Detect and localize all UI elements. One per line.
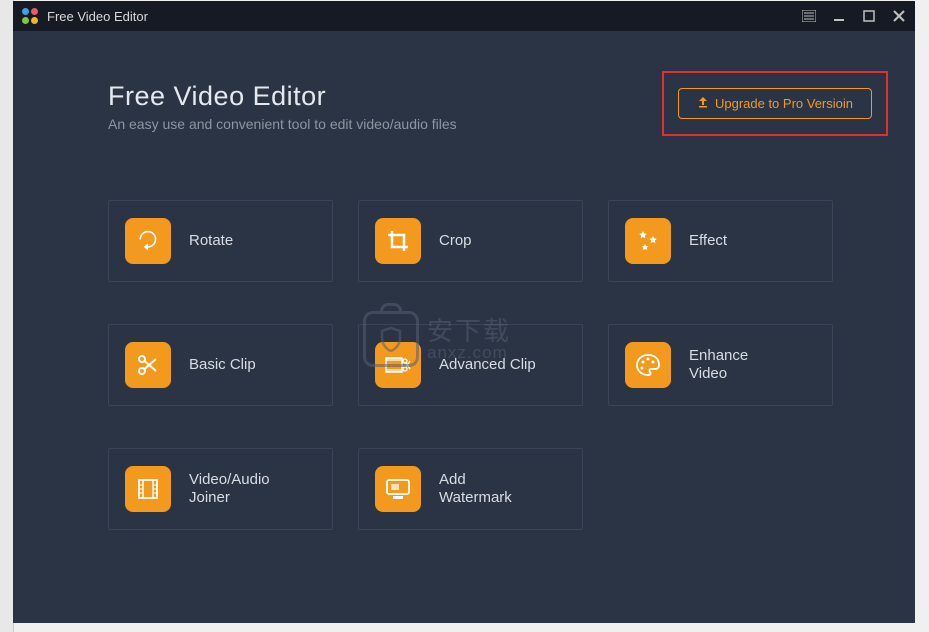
tool-label: Enhance Video xyxy=(689,347,748,383)
tool-crop[interactable]: Crop xyxy=(358,200,583,282)
tool-video-audio-joiner[interactable]: Video/Audio Joiner xyxy=(108,448,333,530)
app-logo-icon xyxy=(21,7,39,25)
minimize-icon[interactable] xyxy=(831,8,847,24)
tool-label: Add Watermark xyxy=(439,471,512,507)
tool-label: Video/Audio Joiner xyxy=(189,471,270,507)
page-title: Free Video Editor xyxy=(108,81,457,112)
tool-label: Crop xyxy=(439,232,472,250)
page-heading-block: Free Video Editor An easy use and conven… xyxy=(108,81,457,132)
maximize-icon[interactable] xyxy=(861,8,877,24)
tool-label: Effect xyxy=(689,232,727,250)
film-strip-icon xyxy=(125,466,171,512)
page-subtitle: An easy use and convenient tool to edit … xyxy=(108,116,457,132)
tool-add-watermark[interactable]: Add Watermark xyxy=(358,448,583,530)
tools-grid: Rotate Crop Effect Basic Clip xyxy=(108,200,820,530)
app-window: Free Video Editor Free Video Editor An e… xyxy=(13,1,915,623)
tool-effect[interactable]: Effect xyxy=(608,200,833,282)
tool-basic-clip[interactable]: Basic Clip xyxy=(108,324,333,406)
tool-label: Advanced Clip xyxy=(439,356,536,374)
upgrade-button[interactable]: Upgrade to Pro Versioin xyxy=(678,88,872,119)
main-content: Free Video Editor An easy use and conven… xyxy=(13,31,915,623)
rotate-icon xyxy=(125,218,171,264)
titlebar: Free Video Editor xyxy=(13,1,915,31)
upgrade-label: Upgrade to Pro Versioin xyxy=(715,96,853,111)
tool-label: Rotate xyxy=(189,232,233,250)
tool-rotate[interactable]: Rotate xyxy=(108,200,333,282)
film-scissors-icon xyxy=(375,342,421,388)
tool-enhance-video[interactable]: Enhance Video xyxy=(608,324,833,406)
tool-advanced-clip[interactable]: Advanced Clip xyxy=(358,324,583,406)
menu-icon[interactable] xyxy=(801,8,817,24)
crop-icon xyxy=(375,218,421,264)
upgrade-highlight-box: Upgrade to Pro Versioin xyxy=(662,71,888,136)
tool-label: Basic Clip xyxy=(189,356,256,374)
palette-icon xyxy=(625,342,671,388)
effect-icon xyxy=(625,218,671,264)
close-icon[interactable] xyxy=(891,8,907,24)
background-strip xyxy=(0,0,14,632)
titlebar-title: Free Video Editor xyxy=(47,9,801,24)
watermark-icon xyxy=(375,466,421,512)
titlebar-controls xyxy=(801,8,907,24)
upgrade-icon xyxy=(697,96,709,111)
scissors-icon xyxy=(125,342,171,388)
